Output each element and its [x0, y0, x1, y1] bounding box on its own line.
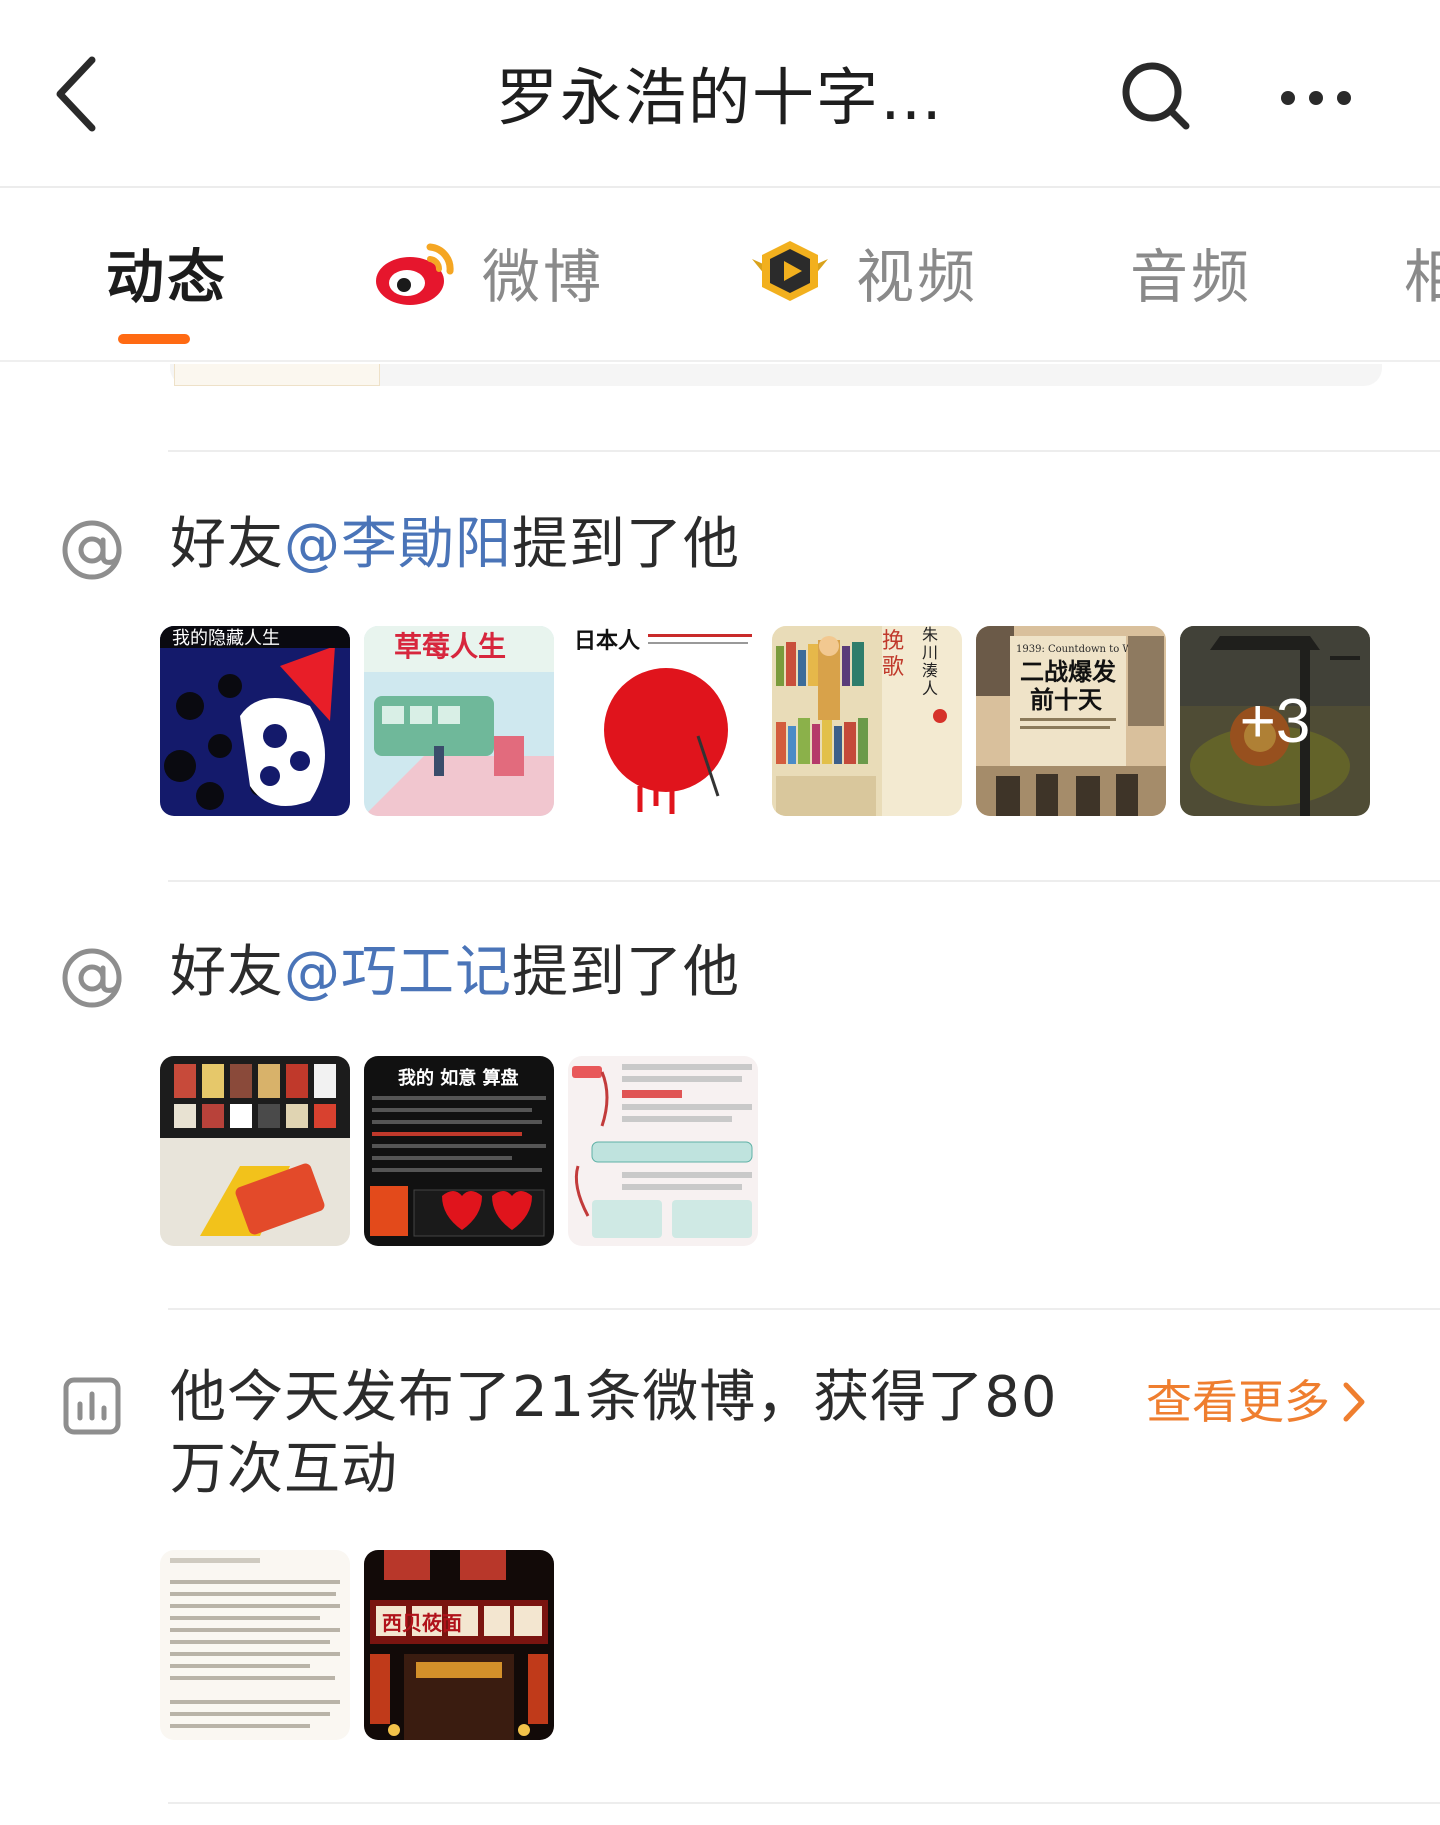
tab-feed[interactable]: 动态 — [106, 232, 228, 312]
image-thumbnail[interactable]: 1939: Countdown to War 二战爆发 前十天 — [976, 626, 1166, 816]
at-sign-icon — [60, 946, 124, 1010]
more-dots-icon — [1281, 91, 1351, 105]
svg-text:1939: Countdown to War: 1939: Countdown to War — [1016, 644, 1143, 655]
at-sign-icon — [60, 518, 124, 582]
mention-title: 好友@李勛阳提到了他 — [170, 509, 740, 581]
book-author-text: 朱 — [922, 626, 938, 644]
daily-stats-text: 他今天发布了21条微博，获得了80万次互动 — [170, 1365, 1058, 1502]
tab-label: 视频 — [856, 243, 979, 311]
book-author-text: 川 — [922, 643, 938, 662]
divider — [168, 880, 1440, 882]
more-options-button[interactable] — [1276, 78, 1356, 118]
image-thumbnail[interactable]: 日本人 — [568, 626, 758, 816]
tab-label: 相册 — [1404, 230, 1440, 314]
top-bar: 罗永浩的十字… — [0, 0, 1440, 188]
active-tab-indicator — [118, 334, 190, 344]
svg-text:二战爆发: 二战爆发 — [1020, 657, 1116, 686]
book-author-text: 湊 — [922, 661, 938, 680]
book-author-text: 人 — [922, 679, 938, 698]
tab-weibo[interactable]: 微博 — [374, 232, 604, 312]
mention-link[interactable]: @巧工记 — [284, 940, 512, 1005]
svg-text:前十天: 前十天 — [1030, 685, 1102, 714]
storefront-sign-text: 西贝莜面 — [382, 1611, 462, 1635]
mention-suffix: 提到了他 — [512, 940, 740, 1005]
previous-card-thumbnail — [174, 364, 380, 386]
divider — [168, 1308, 1440, 1310]
mention-prefix: 好友 — [170, 512, 284, 577]
tab-video[interactable]: 视频 — [748, 232, 978, 312]
infographic-title: 我的 如意 算盘 — [398, 1067, 519, 1089]
search-button[interactable] — [1118, 58, 1194, 134]
see-more-label: 查看更多 — [1146, 1375, 1330, 1429]
tab-label: 音频 — [1130, 243, 1253, 311]
image-thumbnail[interactable] — [160, 1550, 350, 1740]
more-images-overlay: +3 — [1180, 626, 1370, 816]
image-thumbnail[interactable]: 草莓人生 — [364, 626, 554, 816]
divider — [168, 1802, 1440, 1804]
book-title-text: 草莓人生 — [394, 630, 506, 663]
book-title-text: 挽 — [882, 629, 904, 654]
weibo-logo-icon — [376, 243, 454, 305]
mention-link[interactable]: @李勛阳 — [284, 512, 512, 577]
tab-label: 微博 — [482, 243, 605, 311]
image-thumbnail[interactable]: 挽 歌 朱 川 湊 人 — [772, 626, 962, 816]
tab-audio[interactable]: 音频 — [1130, 232, 1252, 312]
book-title-text: 日本人 — [574, 629, 640, 654]
see-more-link[interactable]: 查看更多 — [1146, 1372, 1368, 1432]
mention-title: 好友@巧工记提到了他 — [170, 937, 740, 1009]
tab-album[interactable]: 相册 — [1404, 232, 1440, 312]
image-thumbnail[interactable] — [568, 1056, 758, 1246]
bar-chart-icon — [60, 1374, 124, 1438]
image-thumbnail[interactable]: 西贝莜面 — [364, 1550, 554, 1740]
video-play-icon — [752, 241, 828, 301]
search-icon — [1122, 62, 1190, 130]
divider — [168, 450, 1440, 452]
book-title-text: 我的隐藏人生 — [172, 628, 280, 649]
mention-suffix: 提到了他 — [512, 512, 740, 577]
image-thumbnail[interactable] — [160, 1056, 350, 1246]
page-title: 罗永浩的十字… — [495, 61, 944, 134]
chevron-right-icon — [1343, 1382, 1365, 1422]
image-thumbnail[interactable]: 我的 如意 算盘 — [364, 1056, 554, 1246]
image-thumbnail[interactable]: +3 — [1180, 626, 1370, 816]
book-title-text: 歌 — [882, 655, 904, 680]
tab-label: 动态 — [106, 243, 229, 311]
mention-prefix: 好友 — [170, 940, 284, 1005]
profile-tab-bar: 动态 微博 视频 音频 相册 — [0, 190, 1440, 362]
image-thumbnail[interactable]: 我的隐藏人生 — [160, 626, 350, 816]
